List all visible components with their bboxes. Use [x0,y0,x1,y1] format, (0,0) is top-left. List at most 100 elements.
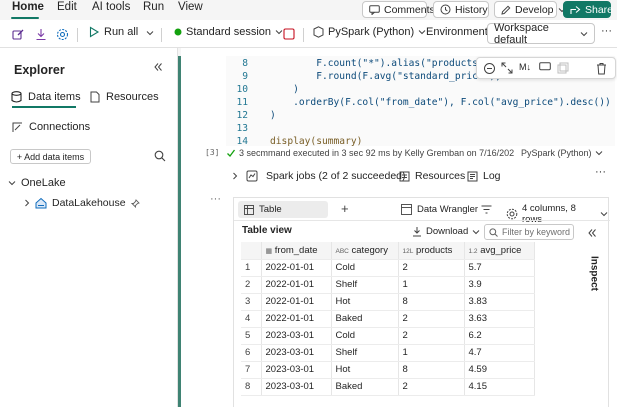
history-button[interactable]: History [433,1,489,18]
filter-icon[interactable] [481,205,492,214]
data-wrangler-label: Data Wrangler [417,204,479,215]
menu-tab-view[interactable]: View [178,1,203,13]
cell-from-date: 2022-01-01 [261,310,332,328]
markdown-icon[interactable]: M↓ [519,62,531,72]
comments-button[interactable]: Comments [362,1,435,18]
lakehouse-icon [35,197,47,209]
add-view-icon[interactable]: + [341,201,349,216]
comment-icon [369,4,380,15]
more-icon[interactable] [557,62,569,74]
search-icon [489,227,498,237]
data-wrangler-button[interactable]: Data Wrangler [401,204,478,215]
inspect-label[interactable]: Inspect [589,251,600,297]
column-header-avg-price[interactable]: 1.2 avg_price [464,242,535,260]
expand-inspect-icon[interactable] [587,228,597,238]
run-all-chevron-icon[interactable] [146,30,154,36]
comment-icon[interactable] [539,62,551,73]
add-data-items-button[interactable]: + Add data items [10,149,91,164]
copilot-icon[interactable] [483,62,496,75]
delete-icon[interactable] [596,62,607,75]
table-row[interactable]: 2 2022-01-01 Shelf 1 3.9 [241,276,535,294]
column-name: category [351,244,388,256]
column-header-products[interactable]: 12L products [398,242,465,260]
chevron-down-icon [8,180,16,186]
cell-from-date: 2023-03-01 [261,327,332,345]
lakehouse-item[interactable]: DataLakehouse [24,197,140,209]
execution-language: PySpark (Python) [521,148,592,158]
menu-bar: Home Edit AI tools Run View Comments His… [0,0,617,20]
active-tab-indicator [12,106,76,108]
spark-jobs-toggle[interactable]: Spark jobs (2 of 2 succeeded) [232,170,406,182]
cell-products: 1 [398,344,465,362]
chevron-down-icon [580,31,588,37]
workspace-select[interactable]: Workspace default [487,22,595,46]
collapse-panel-icon[interactable] [153,62,163,72]
lakehouse-label: DataLakehouse [52,197,126,209]
log-tab[interactable]: Log [467,170,501,182]
table-row[interactable]: 4 2022-01-01 Baked 2 3.63 [241,310,535,328]
execution-status-bar: 3 secmmand executed in 3 sec 92 ms by Ke… [226,146,615,160]
tab-data-items-label: Data items [28,91,81,103]
menu-tab-home[interactable]: Home [12,1,44,13]
environment-label[interactable]: Environment [426,26,488,38]
stop-session-icon[interactable] [283,28,295,40]
chevron-right-icon [24,199,30,207]
line-number: 8 [242,58,248,69]
active-tab-indicator [11,17,39,19]
output-more-icon[interactable]: ··· [210,193,221,205]
document-icon [90,91,100,103]
share-icon [570,5,581,15]
table-row[interactable]: 7 2023-03-01 Hot 8 4.59 [241,361,535,379]
history-label: History [455,3,488,16]
column-header-category[interactable]: ABC category [331,242,399,260]
session-selector[interactable]: Standard session [174,26,283,38]
code-text: .orderBy(F.col("from_date"), F.col("avg_… [270,97,611,108]
table-row[interactable]: 8 2023-03-01 Baked 2 4.15 [241,378,535,396]
log-icon [467,171,478,182]
menu-tab-ai-tools[interactable]: AI tools [92,1,130,13]
tab-resources[interactable]: Resources [90,91,159,103]
download-icon[interactable] [35,28,47,41]
onelake-section[interactable]: OneLake [8,177,66,189]
language-selector[interactable]: PySpark (Python) [313,26,426,38]
develop-button[interactable]: Develop [494,1,565,18]
play-icon [88,26,100,38]
table-icon [244,204,254,215]
menu-tab-run[interactable]: Run [143,1,164,13]
tab-table[interactable]: Table [238,201,328,218]
connections-item[interactable]: Connections [12,121,90,133]
column-name: from_date [274,244,318,256]
row-index: 4 [241,310,262,328]
tab-data-items[interactable]: Data items [11,91,81,103]
table-row[interactable]: 1 2022-01-01 Cold 2 5.7 [241,259,535,277]
table-row[interactable]: 6 2023-03-01 Shelf 1 4.7 [241,344,535,362]
cell-products: 2 [398,310,465,328]
execution-status-text: 3 secmmand executed in 3 sec 92 ms by Ke… [239,148,514,158]
share-button[interactable]: Share [563,1,613,18]
resources-label: Resources [415,170,466,182]
filter-search-input[interactable]: Filter by keyword [484,224,574,240]
settings-icon[interactable] [56,28,69,41]
cell-category: Hot [331,361,399,379]
cell-category: Shelf [331,276,399,294]
download-button[interactable]: Download [412,226,480,237]
menu-tab-edit[interactable]: Edit [57,1,77,13]
edit-icon[interactable] [12,28,25,41]
row-index: 2 [241,276,262,294]
more-options-button[interactable]: ··· [601,25,612,37]
run-all-button[interactable]: Run all [88,26,138,38]
column-header-from-date[interactable]: ▦ from_date [261,242,332,260]
output-header-more-button[interactable]: ··· [595,166,606,178]
chevron-down-icon[interactable] [595,150,603,156]
filter-placeholder: Filter by keyword [502,227,571,237]
cell-from-date: 2023-03-01 [261,344,332,362]
table-row[interactable]: 5 2023-03-01 Cold 2 6.2 [241,327,535,345]
cell-category: Baked [331,310,399,328]
cell-avg-price: 3.83 [464,293,535,311]
table-row[interactable]: 3 2022-01-01 Hot 8 3.83 [241,293,535,311]
pin-icon[interactable] [130,198,140,208]
cell-category: Cold [331,327,399,345]
expand-icon[interactable] [501,62,513,74]
search-icon[interactable] [154,150,166,162]
resources-tab[interactable]: Resources [399,170,465,182]
